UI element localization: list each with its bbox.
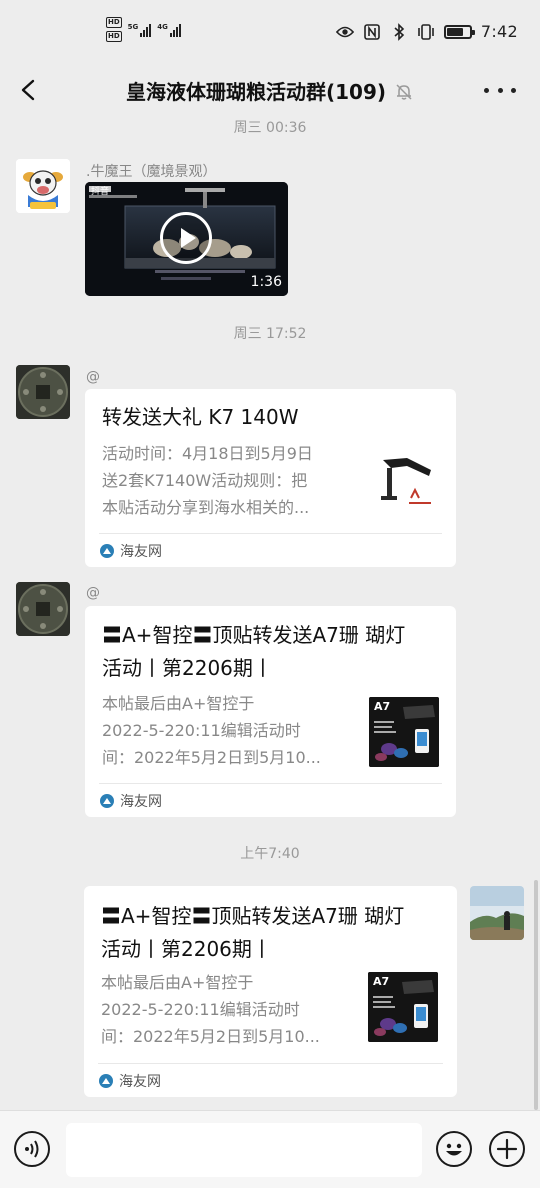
- input-bar: [0, 1110, 540, 1188]
- link-card[interactable]: 转发送大礼 K7 140W 活动时间：4月18日到5月9日 送2套K7140W活…: [85, 389, 456, 567]
- card-thumbnail-a7: A7: [369, 697, 439, 767]
- video-message[interactable]: 抖音 1:36: [85, 182, 288, 296]
- thumb-label: A7: [374, 700, 391, 713]
- timestamp: 上午7:40: [240, 846, 300, 862]
- chat-title-text: 皇海液体珊瑚粮活动群(109): [125, 80, 387, 104]
- hd-badge-1: HD: [106, 17, 122, 28]
- card-thumbnail: [371, 448, 441, 518]
- more-button[interactable]: [484, 76, 516, 104]
- card-title: 转发送大礼 K7 140W: [102, 405, 299, 429]
- card-desc: 本帖最后由A+智控于 2022-5-220:11编辑活动时 间：2022年5月2…: [102, 694, 321, 767]
- status-bar: HD HD 5G 4G 7:42: [0, 0, 540, 66]
- video-duration: 1:36: [250, 274, 282, 290]
- avatar[interactable]: [16, 582, 70, 636]
- emoji-icon: [446, 1143, 462, 1156]
- video-app-label: 抖音: [91, 187, 110, 197]
- source-name: 海友网: [120, 544, 162, 560]
- card-thumbnail-a7: A7: [368, 972, 438, 1042]
- scrollbar[interactable]: [534, 880, 538, 1110]
- voice-icon: [25, 1140, 39, 1158]
- sender-name: @: [86, 369, 100, 385]
- card-title: 〓A+智控〓顶贴转发送A7珊 瑚灯 活动丨第2206期丨: [102, 623, 406, 680]
- card-title: 〓A+智控〓顶贴转发送A7珊 瑚灯 活动丨第2206期丨: [101, 904, 405, 961]
- avatar[interactable]: [16, 365, 70, 419]
- source-icon: [100, 544, 114, 558]
- timestamp: 周三 00:36: [233, 120, 307, 136]
- plus-circle-icon: [496, 1138, 518, 1160]
- signal-group: HD HD 5G 4G: [106, 17, 181, 42]
- card-divider: [98, 1063, 443, 1064]
- signal-5g-icon: 5G: [128, 23, 152, 37]
- status-time: 7:42: [480, 22, 518, 41]
- card-desc: 活动时间：4月18日到5月9日 送2套K7140W活动规则：把 本贴活动分享到海…: [102, 444, 313, 517]
- nfc-icon: [363, 23, 381, 41]
- avatar-self[interactable]: [470, 886, 524, 940]
- card-divider: [99, 533, 442, 534]
- message-input[interactable]: [66, 1123, 422, 1177]
- card-divider: [99, 783, 442, 784]
- sender-name: .牛魔王（魔境景观）: [86, 164, 217, 180]
- bell-off-icon: [394, 82, 414, 107]
- vibrate-icon: [417, 23, 435, 41]
- source-name: 海友网: [120, 794, 162, 810]
- source-name: 海友网: [119, 1074, 161, 1090]
- chat-title: 皇海液体珊瑚粮活动群(109): [0, 76, 540, 107]
- more-dots-icon: [484, 87, 489, 93]
- avatar[interactable]: [16, 159, 70, 213]
- source-icon: [99, 1074, 113, 1088]
- link-card[interactable]: 〓A+智控〓顶贴转发送A7珊 瑚灯 活动丨第2206期丨 本帖最后由A+智控于 …: [85, 606, 456, 817]
- hd-badge-2: HD: [106, 31, 122, 42]
- card-desc: 本帖最后由A+智控于 2022-5-220:11编辑活动时 间：2022年5月2…: [101, 973, 320, 1046]
- source-icon: [100, 794, 114, 808]
- thumb-label: A7: [373, 975, 390, 988]
- emoji-button[interactable]: [436, 1131, 472, 1167]
- sender-name: @: [86, 585, 100, 601]
- timestamp: 周三 17:52: [233, 326, 307, 342]
- chat-messages[interactable]: 周三 00:36 .牛魔王（魔境景观） 抖音 1:36 周三 17:52 @ 转…: [0, 114, 540, 1110]
- card-source: 海友网: [99, 1071, 161, 1091]
- card-source: 海友网: [100, 791, 162, 811]
- battery-icon: [443, 24, 475, 39]
- play-icon[interactable]: [160, 212, 212, 264]
- eye-icon: [335, 23, 354, 41]
- bluetooth-icon: [390, 22, 408, 41]
- card-source: 海友网: [100, 541, 162, 561]
- signal-4g-icon: 4G: [157, 23, 181, 37]
- link-card-own[interactable]: 〓A+智控〓顶贴转发送A7珊 瑚灯 活动丨第2206期丨 本帖最后由A+智控于 …: [84, 886, 457, 1097]
- chat-header: 皇海液体珊瑚粮活动群(109): [0, 66, 540, 114]
- voice-button[interactable]: [14, 1131, 50, 1167]
- plus-button[interactable]: [489, 1131, 525, 1167]
